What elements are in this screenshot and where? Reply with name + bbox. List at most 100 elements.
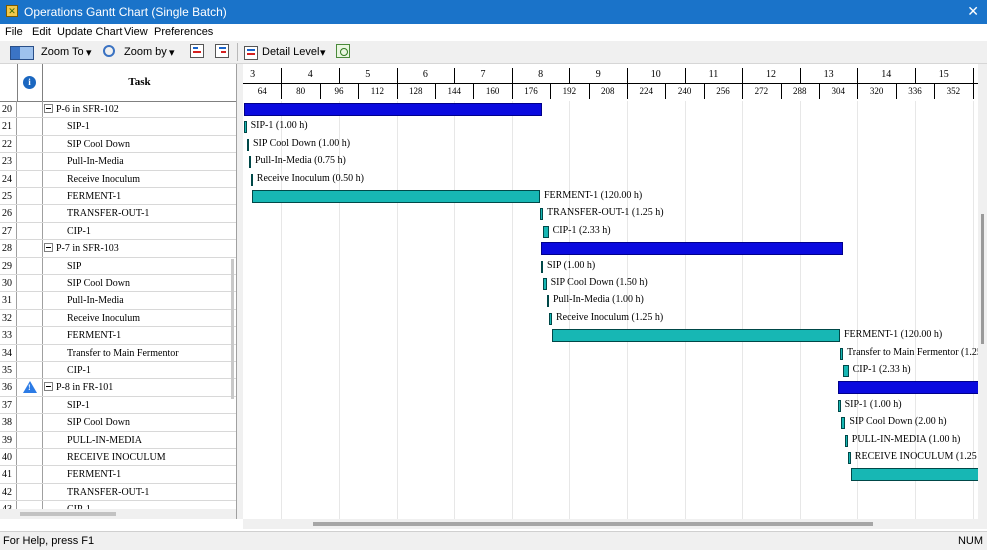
operation-bar[interactable] — [246, 138, 249, 151]
scroll-thumb[interactable] — [313, 522, 873, 526]
menu-file[interactable]: File — [5, 26, 23, 38]
procedure-row-label: P-8 in FR-101 — [44, 379, 113, 395]
table-row[interactable]: 32 Receive Inoculum — [0, 309, 236, 328]
row-number: 36 — [0, 379, 17, 396]
zoom-to-button[interactable]: Zoom To ▾ — [8, 43, 100, 61]
table-row[interactable]: 37 SIP-1 — [0, 396, 236, 415]
operation-bar[interactable] — [546, 295, 549, 308]
operation-bar[interactable] — [845, 434, 848, 447]
table-row[interactable]: 34 Transfer to Main Fermentor — [0, 344, 236, 362]
row-info-cell — [18, 118, 43, 135]
row-info-cell: ! — [18, 379, 43, 396]
detail-level-button[interactable]: Detail Level ▾ — [244, 43, 332, 61]
task-column-header[interactable]: Task — [43, 64, 236, 101]
operation-bar[interactable] — [252, 190, 540, 203]
bar-label: SIP Cool Down (1.00 h) — [253, 137, 351, 149]
task-name: P-6 in SFR-102 — [56, 104, 119, 115]
operation-bar[interactable] — [549, 312, 552, 325]
menu-preferences[interactable]: Preferences — [154, 26, 213, 38]
operation-bar[interactable] — [552, 329, 840, 343]
operation-bar[interactable] — [543, 278, 547, 290]
table-row[interactable]: 22 SIP Cool Down — [0, 135, 236, 154]
row-number: 26 — [0, 205, 17, 222]
table-row[interactable]: 21 SIP-1 — [0, 118, 236, 136]
procedure-bar[interactable] — [244, 103, 543, 116]
zoom-by-label: Zoom by — [124, 46, 167, 58]
table-row[interactable]: 26 TRANSFER-OUT-1 — [0, 205, 236, 223]
scroll-thumb[interactable] — [981, 214, 984, 344]
table-row[interactable]: 41 FERMENT-1 — [0, 466, 236, 484]
table-row[interactable]: 33 FERMENT-1 — [0, 327, 236, 345]
task-name: FERMENT-1 — [67, 469, 122, 481]
row-number: 23 — [0, 153, 17, 170]
collapse-icon[interactable] — [44, 243, 53, 253]
table-row[interactable]: 25 FERMENT-1 — [0, 188, 236, 206]
warning-icon[interactable]: ! — [23, 381, 37, 394]
procedure-bar[interactable] — [838, 381, 987, 395]
zoom-to-icon — [10, 46, 34, 60]
operation-bar[interactable] — [840, 347, 843, 360]
table-row[interactable]: 29 SIP — [0, 257, 236, 275]
operation-bar[interactable] — [540, 208, 543, 221]
operation-bar[interactable] — [850, 468, 987, 482]
operation-bar[interactable] — [847, 452, 851, 464]
row-info-cell — [18, 240, 43, 257]
procedure-bar[interactable] — [540, 242, 843, 256]
right-vertical-scrollbar[interactable] — [978, 64, 987, 519]
table-row[interactable]: 23 Pull-In-Media — [0, 153, 236, 171]
table-row[interactable]: 42 TRANSFER-OUT-1 — [0, 483, 236, 502]
gantt-area: SIP-1 (1.00 h) SIP Cool Down (1.00 h) Pull… — [243, 101, 987, 519]
operation-bar[interactable] — [249, 156, 251, 169]
operation-bar[interactable] — [840, 417, 846, 430]
row-number: 24 — [0, 170, 17, 187]
collapse-icon[interactable] — [44, 104, 53, 113]
right-horizontal-scrollbar[interactable] — [243, 519, 987, 529]
left-horizontal-scrollbar[interactable] — [0, 509, 236, 519]
table-row[interactable]: 28 P-7 in SFR-103 — [0, 240, 236, 258]
zoom-by-button[interactable]: Zoom by ▾ — [103, 43, 183, 61]
menu-edit[interactable]: Edit — [32, 26, 51, 38]
menu-view[interactable]: View — [124, 26, 148, 38]
task-name: SIP-1 — [67, 121, 90, 133]
table-row[interactable]: 20 P-6 in SFR-102 — [0, 101, 236, 119]
row-number-header — [0, 64, 18, 101]
table-row[interactable]: 27 CIP-1 — [0, 222, 236, 241]
refresh-chart-icon[interactable] — [336, 44, 350, 58]
menu-bar: File Edit Update Chart View Preferences — [0, 24, 987, 41]
left-vertical-scrollbar[interactable] — [231, 259, 234, 399]
table-row[interactable]: 31 Pull-In-Media — [0, 292, 236, 310]
table-row[interactable]: 40 RECEIVE INOCULUM — [0, 449, 236, 467]
scroll-thumb[interactable] — [20, 512, 116, 516]
operation-bar[interactable] — [250, 173, 253, 186]
table-row[interactable]: 38 SIP Cool Down — [0, 414, 236, 432]
title-bar: ✕ Operations Gantt Chart (Single Batch) … — [0, 0, 987, 24]
table-row[interactable]: 39 PULL-IN-MEDIA — [0, 431, 236, 449]
day-tick — [972, 68, 974, 83]
operation-bar[interactable] — [838, 399, 841, 412]
collapse-icon[interactable] — [44, 382, 53, 392]
hour-tick — [934, 84, 936, 99]
info-column-header[interactable]: i — [18, 64, 43, 101]
bar-label: Receive Inoculum (0.50 h) — [256, 172, 364, 184]
operation-bar[interactable] — [244, 121, 247, 134]
operation-bar[interactable] — [543, 225, 549, 238]
table-row[interactable]: 35 CIP-1 — [0, 362, 236, 380]
operation-row-label: SIP Cool Down — [67, 414, 130, 430]
bar-label: PULL-IN-MEDIA (1.00 h) — [851, 433, 961, 445]
close-button[interactable]: ✕ — [967, 3, 979, 19]
operation-bar[interactable] — [843, 365, 849, 377]
table-row[interactable]: 30 SIP Cool Down — [0, 275, 236, 293]
operation-bar[interactable] — [540, 260, 543, 273]
operation-row-label: PULL-IN-MEDIA — [67, 432, 142, 448]
gantt-left-icon[interactable] — [190, 44, 204, 58]
gantt-right-icon[interactable] — [215, 44, 229, 58]
hour-tick-label: 256 — [716, 86, 730, 96]
day-tick-label: 15 — [938, 69, 949, 80]
table-row[interactable]: 36! P-8 in FR-101 — [0, 379, 236, 397]
bar-label: SIP-1 (1.00 h) — [844, 398, 902, 410]
toolbar: Zoom To ▾ Zoom by ▾ Detail Level ▾ — [0, 41, 987, 64]
procedure-row-label: P-7 in SFR-103 — [44, 240, 119, 256]
task-name: TRANSFER-OUT-1 — [67, 208, 150, 220]
menu-update-chart[interactable]: Update Chart — [57, 26, 122, 38]
table-row[interactable]: 24 Receive Inoculum — [0, 170, 236, 188]
